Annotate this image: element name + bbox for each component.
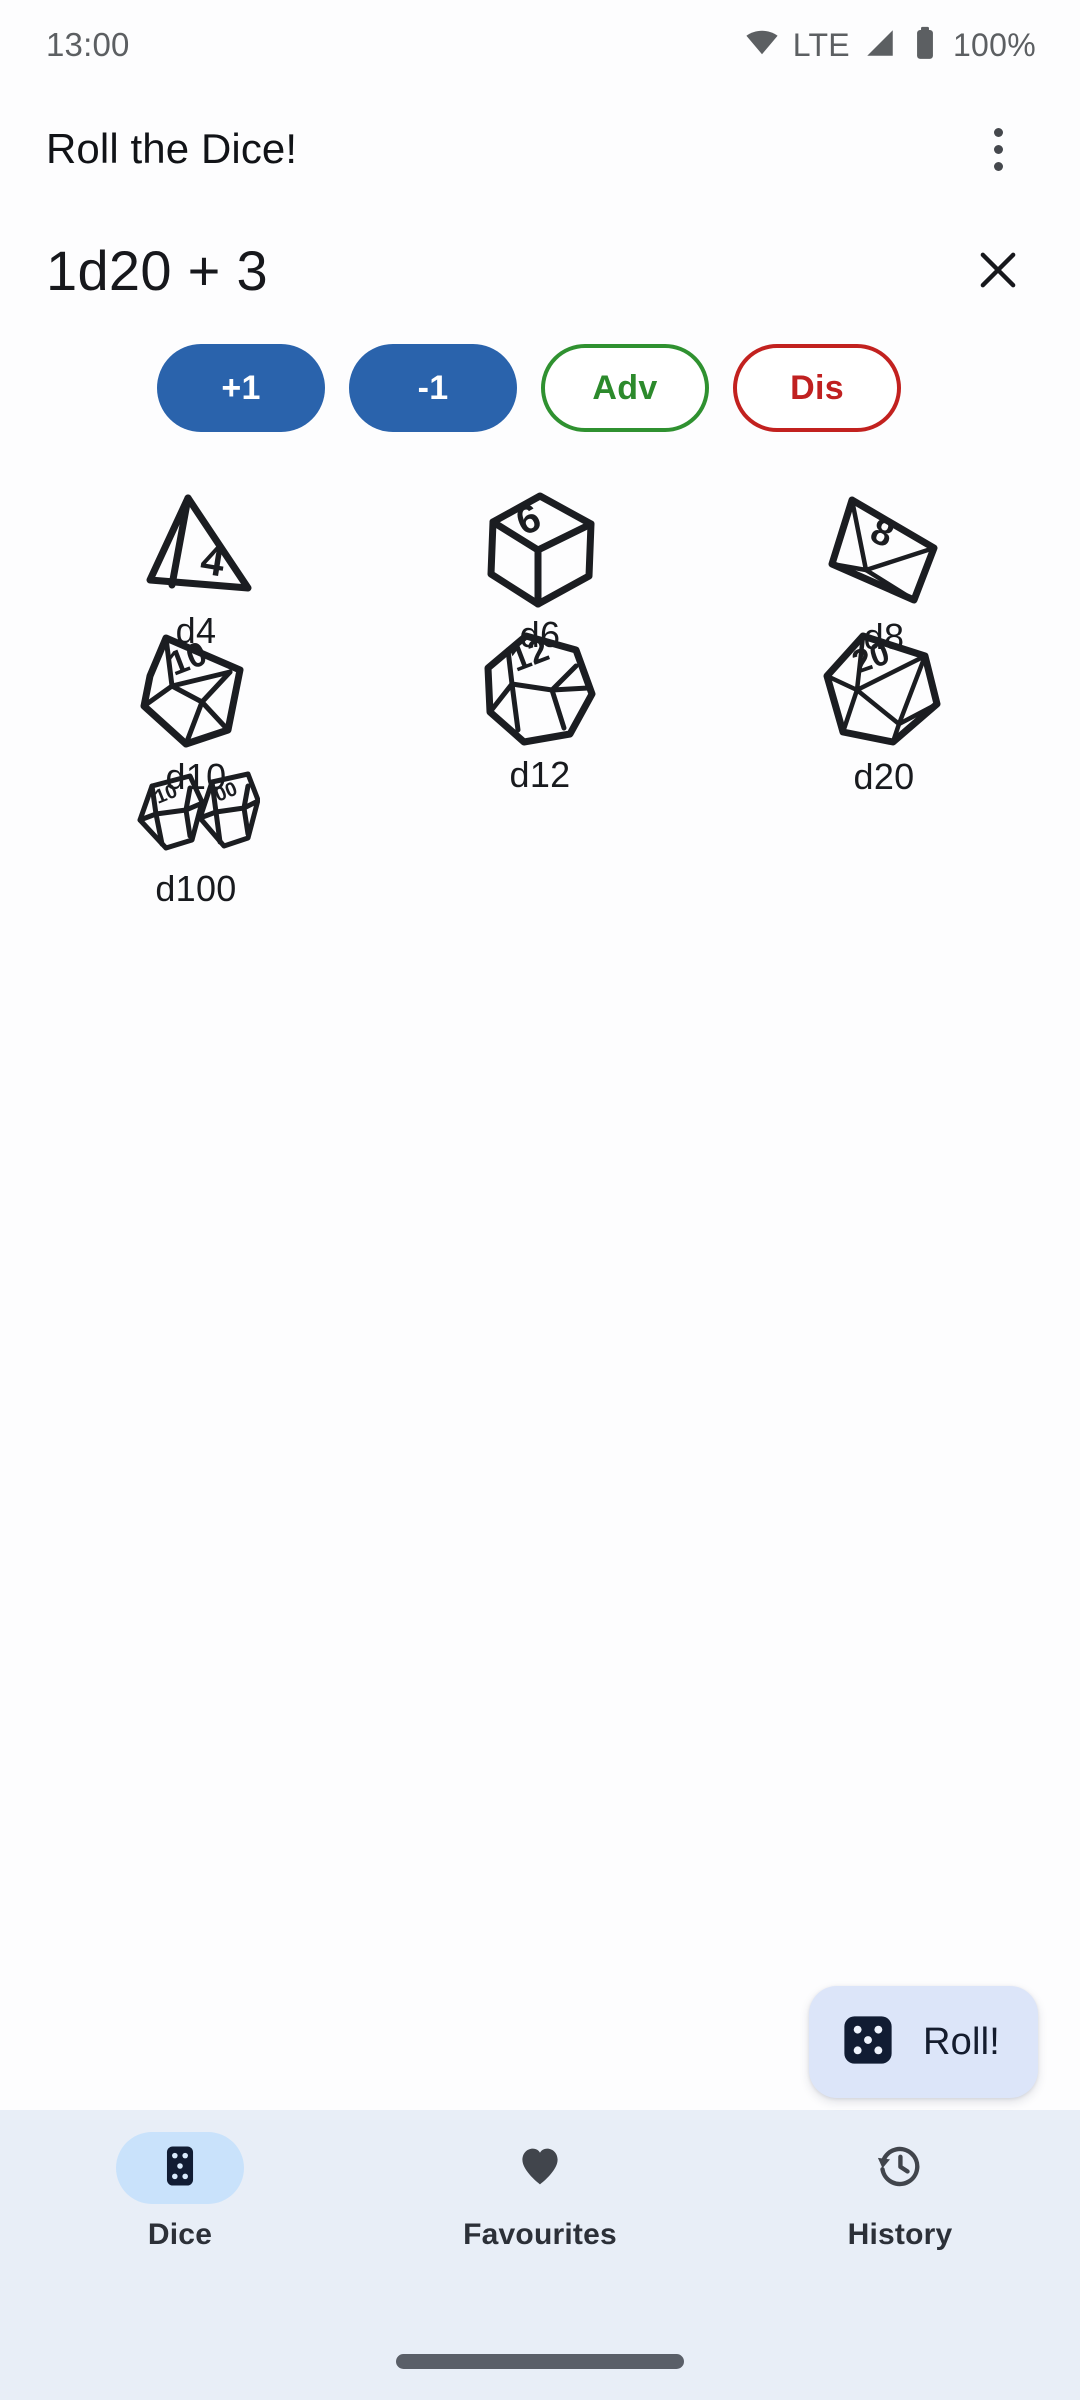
status-indicators: LTE 100%	[744, 25, 1036, 66]
nav-icon-slot	[836, 2132, 964, 2204]
d20-icosahedron-icon: 20	[819, 628, 949, 752]
nav-item-dice[interactable]: Dice	[0, 2132, 360, 2252]
heart-icon	[516, 2142, 564, 2195]
nav-item-history[interactable]: History	[720, 2132, 1080, 2252]
roll-button[interactable]: Roll!	[808, 1986, 1038, 2098]
dice-label: d20	[853, 756, 915, 797]
page-title: Roll the Dice!	[46, 125, 298, 172]
svg-text:4: 4	[198, 535, 229, 585]
roll-button-label: Roll!	[922, 2020, 1000, 2063]
cellular-signal-icon	[863, 26, 897, 65]
nav-active-indicator	[116, 2132, 244, 2204]
close-icon[interactable]	[956, 228, 1040, 312]
app-bar: Roll the Dice!	[0, 90, 1080, 208]
d10-pentagonal-icon: 10	[132, 628, 260, 752]
gesture-handle[interactable]	[396, 2353, 684, 2369]
dice-option-d6[interactable]: 6 d6	[368, 488, 712, 655]
formula-row: 1d20 + 3	[0, 208, 1080, 332]
status-clock: 13:00	[46, 26, 130, 63]
battery-full-icon	[910, 26, 940, 65]
nav-icon-slot	[476, 2132, 604, 2204]
dice-icon	[157, 2143, 203, 2194]
status-bar: 13:00 LTE 100%	[0, 0, 1080, 90]
app-screen: 13:00 LTE 100% Roll the Dice! 1d20 + 3 +…	[0, 0, 1080, 2400]
more-vert-icon[interactable]	[956, 107, 1040, 191]
dice-option-d12[interactable]: 12 d12	[368, 628, 712, 795]
roll-fab-container: Roll!	[808, 1986, 1038, 2098]
d8-octahedron-icon: 8	[822, 488, 946, 612]
history-icon	[875, 2141, 925, 2196]
nav-label: History	[847, 2218, 953, 2251]
decrement-modifier-button[interactable]: -1	[349, 344, 517, 432]
modifier-chip-row: +1 -1 Adv Dis	[0, 332, 1080, 444]
dice-grid: 4 d4 6 d6 8 d8 10 d10 12 d12 20 d20 10 0…	[0, 444, 1080, 2110]
dice-option-d4[interactable]: 4 d4	[24, 488, 368, 651]
d4-tetrahedron-icon: 4	[136, 488, 256, 606]
dice-option-d8[interactable]: 8 d8	[712, 488, 1056, 657]
dice-option-d10[interactable]: 10 d10	[24, 628, 368, 797]
dice-option-d100[interactable]: 10 00 d100	[24, 768, 368, 909]
d100-percentile-icon: 10 00	[132, 768, 260, 864]
network-type-label: LTE	[792, 26, 850, 63]
d12-dodecahedron-icon: 12	[478, 628, 602, 750]
battery-percent-label: 100%	[952, 26, 1036, 63]
nav-item-favourites[interactable]: Favourites	[360, 2132, 720, 2252]
svg-text:8: 8	[865, 510, 900, 556]
bottom-navigation: Dice Favourites History	[0, 2110, 1080, 2322]
dice-label: d12	[509, 754, 571, 795]
wifi-icon	[744, 25, 780, 66]
d6-cube-icon: 6	[481, 488, 599, 610]
dice-five-icon	[841, 2013, 895, 2072]
disadvantage-button[interactable]: Dis	[733, 344, 901, 432]
dice-expression[interactable]: 1d20 + 3	[24, 238, 956, 303]
advantage-button[interactable]: Adv	[541, 344, 709, 432]
nav-label: Favourites	[463, 2218, 617, 2251]
increment-modifier-button[interactable]: +1	[157, 344, 325, 432]
dice-label: d100	[155, 868, 237, 909]
gesture-navigation-bar	[0, 2322, 1080, 2400]
nav-label: Dice	[147, 2218, 213, 2251]
dice-option-d20[interactable]: 20 d20	[712, 628, 1056, 797]
